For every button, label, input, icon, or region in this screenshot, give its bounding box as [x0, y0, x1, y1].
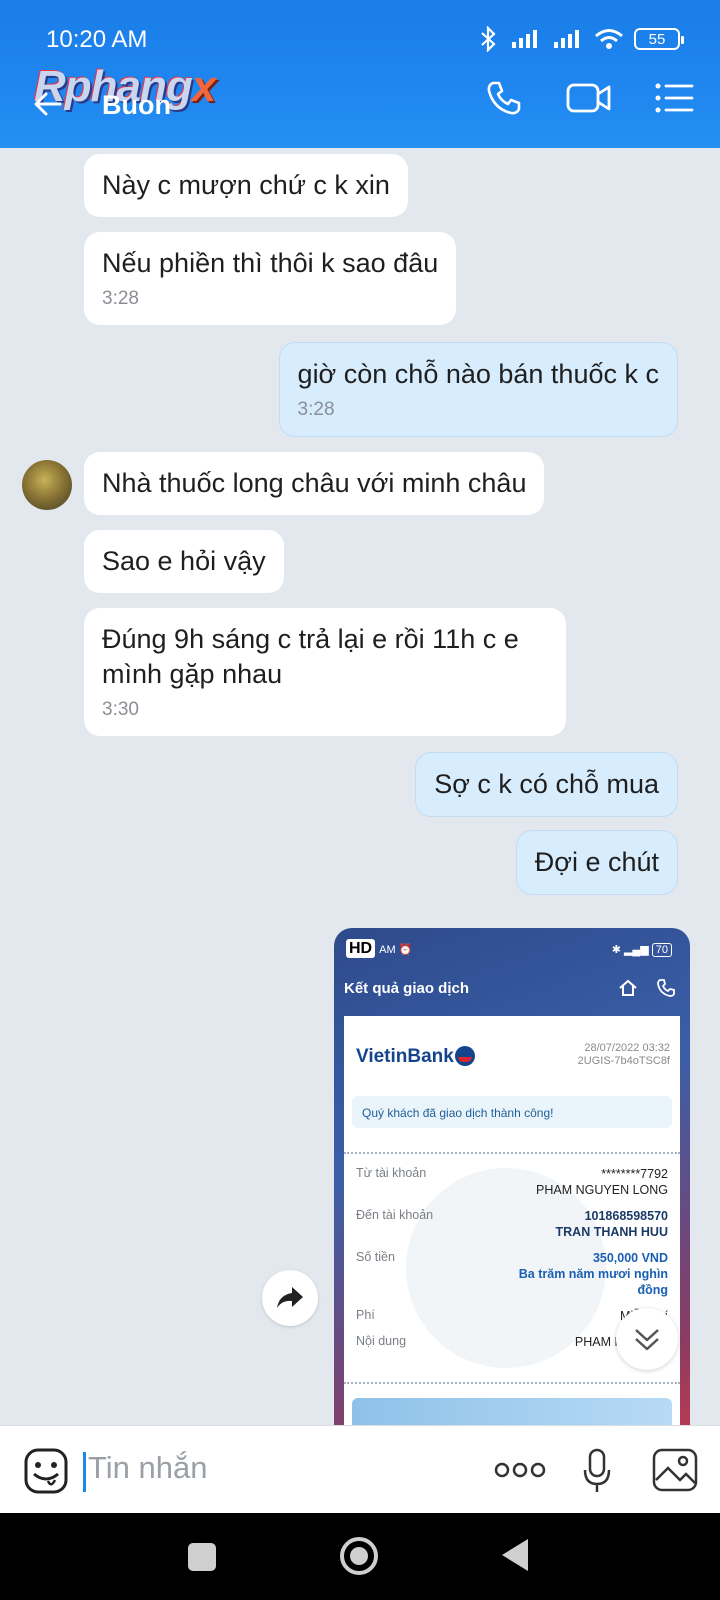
- message-bubble-outgoing[interactable]: Đợi e chút: [515, 830, 678, 895]
- forward-arrow-icon: [277, 1287, 303, 1308]
- label: Từ tài khoản: [356, 1166, 427, 1180]
- header-actions: [484, 78, 694, 118]
- message-bubble-incoming[interactable]: Này c mượn chứ c k xin: [84, 154, 408, 217]
- message-text: Sợ c k có chỗ mua: [434, 769, 659, 799]
- image-gallery-icon[interactable]: [652, 1448, 698, 1492]
- to-account: 101868598570: [584, 1209, 668, 1223]
- more-options-icon[interactable]: [494, 1460, 546, 1480]
- message-bubble-outgoing[interactable]: Sợ c k có chỗ mua: [415, 752, 678, 817]
- chat-area[interactable]: Này c mượn chứ c k xin Nếu phiền thì thô…: [0, 148, 720, 1425]
- amount-words: Ba trăm năm mươi nghìn đồng: [518, 1267, 668, 1297]
- recent-apps-button[interactable]: [188, 1543, 216, 1571]
- message-bubble-incoming[interactable]: Sao e hỏi vậy: [84, 530, 284, 593]
- message-text: Đúng 9h sáng c trả lại e rồi 11h c e mìn…: [102, 624, 519, 689]
- system-nav-bar: [0, 1513, 720, 1600]
- bank-logo: VietinBank: [356, 1046, 475, 1068]
- divider: [344, 1382, 680, 1384]
- scroll-to-bottom-button[interactable]: [616, 1308, 678, 1370]
- receipt-ref: 2UGIS-7b4oTSC8f: [577, 1055, 670, 1067]
- back-button[interactable]: [502, 1539, 528, 1571]
- divider: [344, 1152, 680, 1154]
- message-bubble-incoming[interactable]: Nhà thuốc long châu với minh châu: [84, 452, 545, 515]
- value: 350,000 VND Ba trăm năm mươi nghìn đồng: [508, 1250, 668, 1298]
- text-cursor: [83, 1452, 86, 1492]
- sticker-emoji-icon[interactable]: [24, 1448, 68, 1494]
- logo-x: x: [191, 62, 217, 111]
- message-input[interactable]: Tin nhắn: [88, 1450, 208, 1486]
- value: 101868598570 TRAN THANH HUU: [556, 1208, 669, 1240]
- avatar[interactable]: [22, 460, 72, 510]
- forward-button[interactable]: [262, 1270, 318, 1326]
- message-text: giờ còn chỗ nào bán thuốc k c: [297, 359, 659, 389]
- top-bar: 10:20 AM 55 Rphangx Buon: [0, 0, 720, 148]
- success-banner: Quý khách đã giao dịch thành công!: [352, 1096, 672, 1128]
- message-bubble-incoming[interactable]: Đúng 9h sáng c trả lại e rồi 11h c e mìn…: [84, 608, 566, 736]
- receipt-bottom-strip: [352, 1398, 672, 1425]
- message-text: Sao e hỏi vậy: [102, 546, 266, 576]
- message-time: 3:28: [297, 399, 335, 420]
- signal-icon: ▂▄▆: [623, 943, 649, 956]
- battery-icon: 70: [651, 942, 672, 957]
- message-text: Đợi e chút: [534, 847, 659, 877]
- receipt-date: 28/07/2022 03:32 2UGIS-7b4oTSC8f: [578, 1042, 670, 1068]
- status-icons: 55: [478, 26, 684, 52]
- message-bubble-incoming[interactable]: Nếu phiền thì thôi k sao đâu 3:28: [84, 232, 457, 325]
- label: Đến tài khoản: [356, 1208, 434, 1222]
- to-name: TRAN THANH HUU: [555, 1225, 669, 1239]
- message-text: Nếu phiền thì thôi k sao đâu: [102, 248, 439, 278]
- label: Phí: [356, 1308, 375, 1322]
- bluetooth-icon: [481, 26, 496, 52]
- message-time: 3:30: [102, 699, 139, 720]
- signal-icon: [554, 30, 579, 48]
- value: ********7792 PHAM NGUYEN LONG: [536, 1166, 668, 1198]
- phone-call-icon[interactable]: [484, 78, 524, 118]
- receipt-status-bar: HD AM ⏰ ✱ ▂▄▆ 70: [346, 939, 672, 958]
- from-name: PHAM NGUYEN LONG: [536, 1183, 668, 1197]
- battery-icon: 55: [634, 28, 684, 50]
- phone-icon: [657, 979, 675, 997]
- status-bar: 10:20 AM 55: [46, 22, 684, 58]
- double-chevron-down-icon: [635, 1329, 659, 1351]
- receipt-title: Kết quả giao dịch: [344, 980, 470, 997]
- bank-name: VietinBank: [356, 1046, 454, 1067]
- receipt-datetime: 28/07/2022 03:32: [584, 1042, 670, 1054]
- receipt-am: AM: [379, 944, 396, 956]
- alarm-icon: ⏰: [398, 944, 413, 956]
- chat-title[interactable]: Buon: [102, 90, 171, 121]
- bank-logo-icon: [454, 1046, 475, 1066]
- wifi-icon: [595, 29, 623, 49]
- hd-badge: HD: [346, 939, 376, 958]
- label: Nội dung: [356, 1334, 407, 1348]
- home-button[interactable]: [340, 1537, 378, 1575]
- message-time: 3:28: [102, 288, 139, 309]
- signal-icon: [512, 30, 537, 48]
- home-icon: [619, 979, 637, 996]
- status-time: 10:20 AM: [46, 26, 148, 53]
- back-arrow-icon[interactable]: [30, 86, 66, 122]
- microphone-icon[interactable]: [582, 1448, 612, 1494]
- receipt-header-icons: [618, 978, 676, 998]
- message-text: Này c mượn chứ c k xin: [102, 170, 390, 200]
- message-bubble-outgoing[interactable]: giờ còn chỗ nào bán thuốc k c 3:28: [278, 342, 678, 437]
- label: Số tiền: [356, 1250, 395, 1264]
- menu-list-icon[interactable]: [654, 81, 694, 115]
- amount: 350,000 VND: [592, 1251, 668, 1265]
- message-text: Nhà thuốc long châu với minh châu: [102, 468, 527, 498]
- from-account: ********7792: [601, 1167, 668, 1181]
- video-call-icon[interactable]: [566, 80, 612, 116]
- bluetooth-icon: ✱: [611, 943, 621, 956]
- message-composer: Tin nhắn: [0, 1425, 720, 1513]
